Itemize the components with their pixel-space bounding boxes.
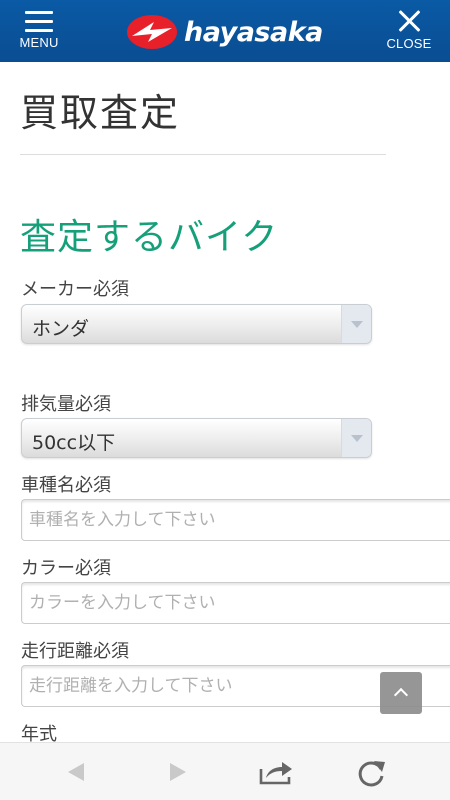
back-arrow-icon — [68, 763, 84, 781]
section-title: 査定するバイク — [20, 217, 279, 258]
maker-selected-value: ホンダ — [32, 318, 90, 340]
share-icon — [259, 762, 292, 785]
color-input[interactable] — [21, 582, 450, 624]
chevron-down-icon — [351, 435, 363, 442]
reload-button[interactable] — [352, 757, 392, 787]
logo-text: hayasaka — [184, 16, 323, 48]
forward-arrow-icon — [170, 763, 186, 781]
color-label: カラー必須 — [21, 558, 111, 579]
browser-toolbar — [0, 742, 450, 800]
title-divider — [20, 154, 386, 155]
reload-icon — [358, 761, 385, 787]
hamburger-icon — [25, 11, 53, 33]
share-button[interactable] — [256, 757, 296, 787]
displacement-selected-value: 50cc以下 — [32, 432, 116, 454]
forward-button[interactable] — [158, 757, 198, 787]
close-button[interactable]: CLOSE — [374, 8, 444, 56]
maker-select[interactable]: ホンダ — [21, 304, 372, 344]
site-header: MENU hayasaka CLOSE — [0, 0, 450, 62]
menu-button[interactable]: MENU — [4, 8, 74, 56]
scroll-to-top-button[interactable] — [380, 672, 422, 714]
mileage-label: 走行距離必須 — [21, 641, 129, 662]
page-title: 買取査定 — [20, 91, 181, 135]
displacement-label: 排気量必須 — [21, 394, 111, 415]
hayasaka-logo[interactable]: hayasaka — [126, 12, 323, 52]
back-button[interactable] — [56, 757, 96, 787]
displacement-select[interactable]: 50cc以下 — [21, 418, 372, 458]
menu-label: MENU — [19, 35, 59, 50]
close-label: CLOSE — [386, 36, 432, 51]
maker-label: メーカー必須 — [21, 279, 129, 300]
model-name-input[interactable] — [21, 499, 450, 541]
chevron-down-icon — [351, 321, 363, 328]
model-name-label: 車種名必須 — [21, 475, 111, 496]
close-icon — [396, 8, 422, 34]
logo-mark-icon — [127, 15, 177, 49]
